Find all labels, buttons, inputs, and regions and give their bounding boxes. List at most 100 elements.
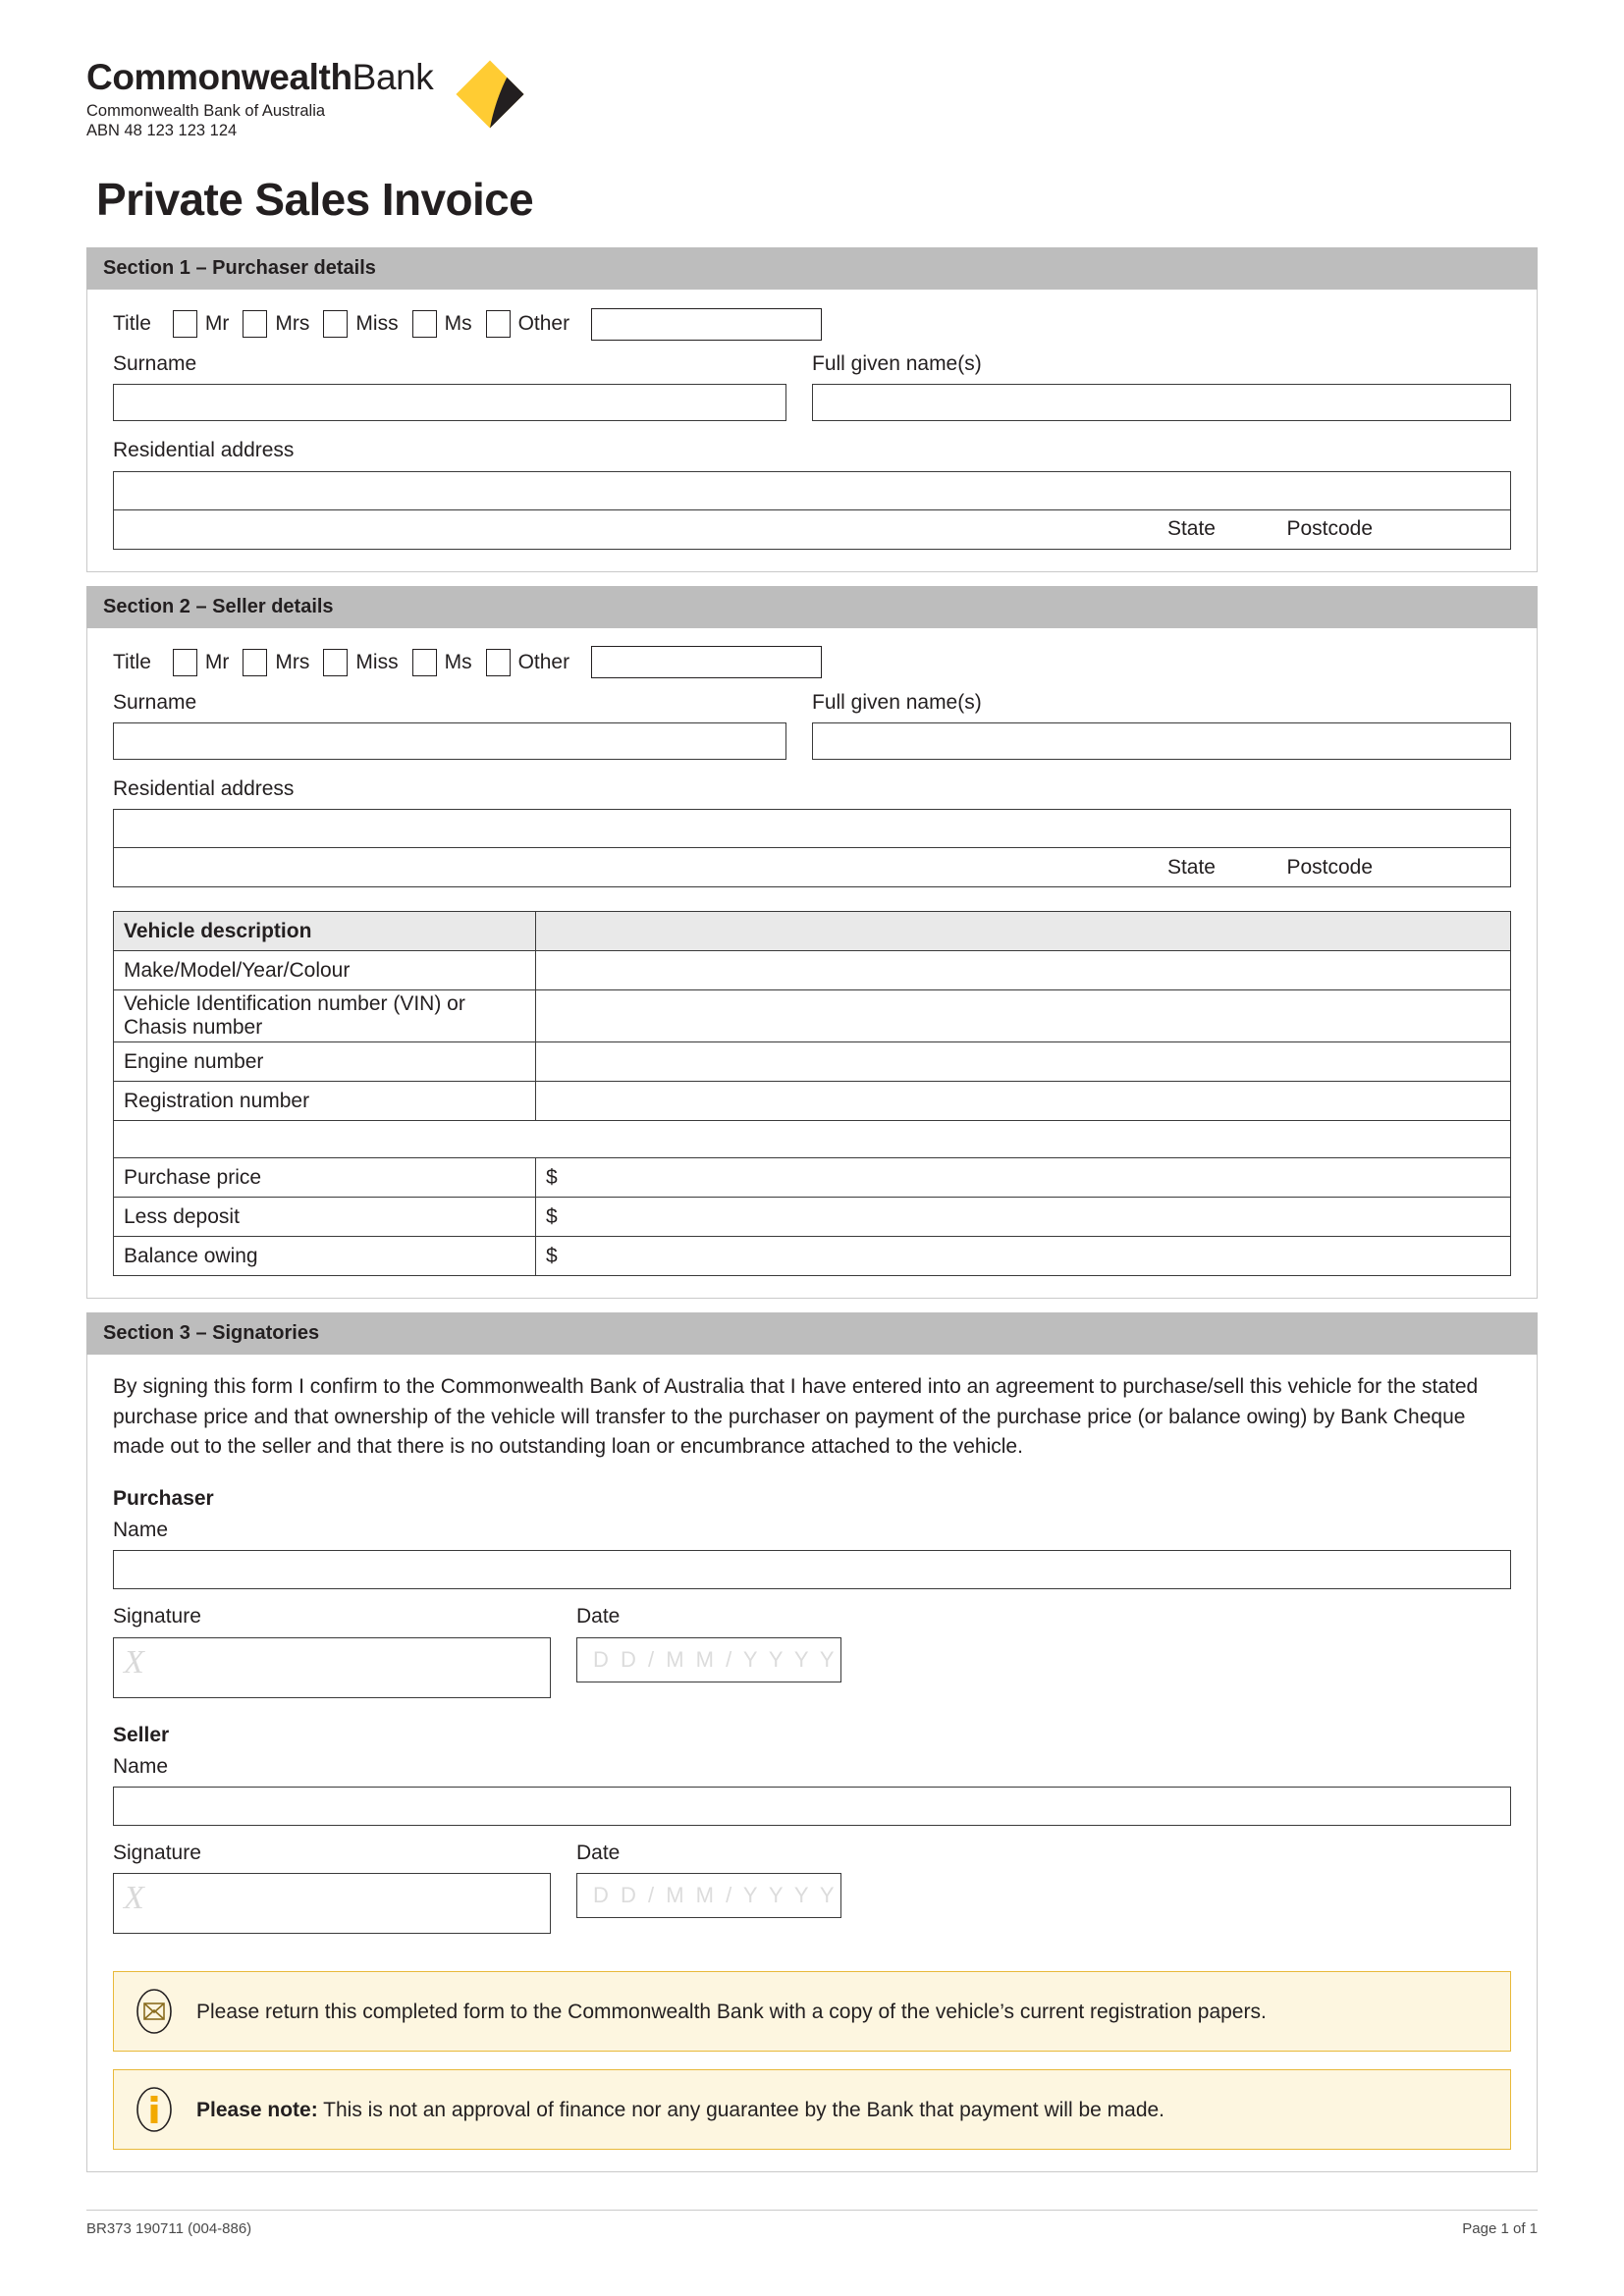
notice-return-form: Please return this completed form to the… xyxy=(113,1971,1511,2053)
table-row: Balance owing $ xyxy=(113,1236,1511,1277)
checkbox-icon[interactable] xyxy=(323,310,349,338)
seller-title-mr[interactable]: Mr xyxy=(172,648,230,676)
seller-surname-input[interactable] xyxy=(113,722,786,761)
checkbox-icon[interactable] xyxy=(485,310,511,338)
option-label: Ms xyxy=(444,312,472,335)
purchaser-signatory-name-label: Name xyxy=(113,1519,169,1542)
section-purchaser-details: Section 1 – Purchaser details Title Mr M… xyxy=(86,247,1538,572)
checkbox-icon[interactable] xyxy=(323,648,349,676)
row-label: Make/Model/Year/Colour xyxy=(113,950,536,991)
seller-title-other[interactable]: Other xyxy=(485,648,570,676)
bank-legal-name: Commonwealth Bank of Australia xyxy=(86,102,326,120)
purchaser-surname-input[interactable] xyxy=(113,384,786,422)
option-label: Other xyxy=(517,312,570,335)
seller-signatory-name-input[interactable] xyxy=(113,1787,1511,1827)
purchaser-title-miss[interactable]: Miss xyxy=(323,310,399,338)
purchaser-date-input[interactable]: D D / M M / Y Y Y Y xyxy=(576,1636,841,1682)
seller-address-line1-input[interactable] xyxy=(113,809,1511,849)
seller-title-miss[interactable]: Miss xyxy=(323,648,399,676)
logo-bold-text: Commonwealth xyxy=(86,57,352,97)
purchaser-title-label: Title xyxy=(113,312,151,335)
checkbox-icon[interactable] xyxy=(411,648,437,676)
purchaser-title-other-input[interactable] xyxy=(591,307,823,341)
section1-heading: Section 1 – Purchaser details xyxy=(86,247,1538,290)
purchase-price-input[interactable]: $ xyxy=(535,1157,1511,1199)
notice-text: Please return this completed form to the… xyxy=(196,2000,1267,2023)
purchaser-title-other[interactable]: Other xyxy=(485,310,570,338)
purchaser-state-label: State xyxy=(1166,517,1216,541)
checkbox-icon[interactable] xyxy=(485,648,511,676)
purchaser-address-label: Residential address xyxy=(113,439,295,462)
table-row: Less deposit $ xyxy=(113,1197,1511,1238)
seller-signature-label: Signature xyxy=(113,1842,201,1865)
vehicle-table-header-label: Vehicle description xyxy=(113,911,536,952)
purchaser-postcode-label: Postcode xyxy=(1286,517,1373,541)
purchaser-address-line1-input[interactable] xyxy=(113,470,1511,510)
seller-given-names-input[interactable] xyxy=(812,722,1511,761)
checkbox-icon[interactable] xyxy=(243,648,268,676)
table-row: Registration number xyxy=(113,1081,1511,1122)
notice-please-note: Please note: This is not an approval of … xyxy=(113,2069,1511,2151)
section2-heading: Section 2 – Seller details xyxy=(86,585,1538,628)
less-deposit-input[interactable]: $ xyxy=(535,1197,1511,1238)
vehicle-make-model-input[interactable] xyxy=(535,950,1511,991)
purchaser-title-mr[interactable]: Mr xyxy=(172,310,230,338)
info-icon xyxy=(132,2084,177,2135)
purchaser-given-names-input[interactable] xyxy=(812,384,1511,422)
seller-signature-input[interactable]: X xyxy=(113,1873,551,1935)
seller-title-other-input[interactable] xyxy=(591,646,823,679)
purchaser-title-mrs[interactable]: Mrs xyxy=(243,310,309,338)
purchaser-party-label: Purchaser xyxy=(113,1487,214,1511)
seller-address-label: Residential address xyxy=(113,777,295,801)
section-signatories: Section 3 – Signatories By signing this … xyxy=(86,1312,1538,2173)
option-label: Mr xyxy=(204,312,230,335)
seller-state-label: State xyxy=(1166,855,1216,879)
spacer-cell xyxy=(535,1120,1511,1159)
vehicle-vin-input[interactable] xyxy=(535,989,1511,1043)
checkbox-icon[interactable] xyxy=(172,648,197,676)
signature-x-placeholder-icon: X xyxy=(124,1880,144,1917)
spacer-cell xyxy=(113,1120,536,1159)
option-label: Mrs xyxy=(275,650,310,673)
purchaser-signature-input[interactable]: X xyxy=(113,1636,551,1698)
table-row: Purchase price $ xyxy=(113,1157,1511,1199)
cba-diamond-logo-icon xyxy=(456,60,524,129)
purchaser-date-label: Date xyxy=(576,1605,621,1629)
seller-title-ms[interactable]: Ms xyxy=(411,648,472,676)
seller-title-label: Title xyxy=(113,650,151,673)
option-label: Other xyxy=(517,650,570,673)
checkbox-icon[interactable] xyxy=(243,310,268,338)
page-footer: BR373 190711 (004-886) Page 1 of 1 xyxy=(86,2210,1538,2237)
notice-body-text: This is not an approval of finance nor a… xyxy=(317,2098,1165,2121)
section-seller-details: Section 2 – Seller details Title Mr Mrs xyxy=(86,585,1538,1300)
seller-party-label: Seller xyxy=(113,1723,170,1746)
seller-title-mrs[interactable]: Mrs xyxy=(243,648,310,676)
table-row: Vehicle Identification number (VIN) or C… xyxy=(113,989,1511,1043)
seller-address-line2-input[interactable]: State Postcode xyxy=(113,848,1511,888)
notice-bold-prefix: Please note: xyxy=(196,2098,318,2121)
purchaser-title-ms[interactable]: Ms xyxy=(411,310,472,338)
row-label: Registration number xyxy=(113,1081,536,1122)
seller-postcode-label: Postcode xyxy=(1286,855,1373,879)
logo-light-text: Bank xyxy=(352,57,434,97)
purchaser-signatory-name-input[interactable] xyxy=(113,1550,1511,1590)
page-title: Private Sales Invoice xyxy=(96,174,534,225)
option-label: Mrs xyxy=(275,312,310,335)
checkbox-icon[interactable] xyxy=(411,310,437,338)
checkbox-icon[interactable] xyxy=(172,310,197,338)
seller-date-input[interactable]: D D / M M / Y Y Y Y xyxy=(576,1873,841,1919)
row-label: Balance owing xyxy=(113,1236,536,1277)
bank-abn: ABN 48 123 123 124 xyxy=(86,122,238,140)
option-label: Mr xyxy=(204,650,230,673)
purchaser-signature-label: Signature xyxy=(113,1605,201,1629)
purchaser-address-line2-input[interactable]: State Postcode xyxy=(113,509,1511,550)
vehicle-description-table: Vehicle description Make/Model/Year/Colo… xyxy=(113,911,1511,1277)
section3-heading: Section 3 – Signatories xyxy=(86,1312,1538,1356)
vehicle-engine-number-input[interactable] xyxy=(535,1041,1511,1083)
option-label: Miss xyxy=(355,650,399,673)
seller-signatory-name-label: Name xyxy=(113,1754,169,1778)
balance-owing-input[interactable]: $ xyxy=(535,1236,1511,1277)
form-page: CommonwealthBank Commonwealth Bank of Au… xyxy=(0,0,1624,2296)
envelope-icon xyxy=(132,1986,177,2037)
vehicle-registration-number-input[interactable] xyxy=(535,1081,1511,1122)
